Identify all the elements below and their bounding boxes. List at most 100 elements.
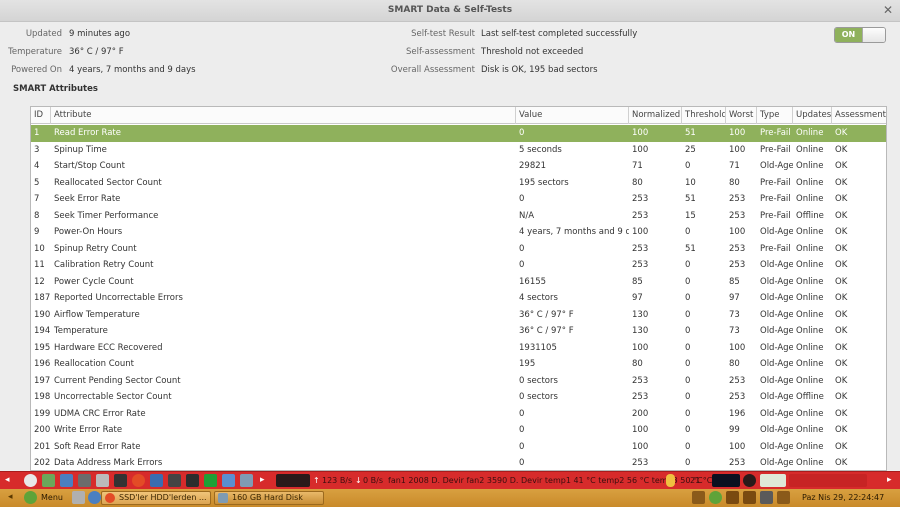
table-row[interactable]: 3 Spinup Time 5 seconds 100 25 100 Pre-Fail Onl…	[31, 142, 886, 159]
table-row[interactable]: 7 Seek Error Rate 0 253 51 253 Pre-Fail Online O…	[31, 191, 886, 208]
terminal-icon[interactable]	[168, 474, 181, 487]
cell-attribute: Soft Read Error Rate	[54, 441, 141, 452]
cell-updates: Online	[796, 260, 824, 270]
file-manager-icon[interactable]	[42, 474, 55, 487]
table-row[interactable]: 190 Airflow Temperature 36° C / 97° F 130 0 7…	[31, 307, 886, 324]
table-row[interactable]: 187 Reported Uncorrectable Errors 4 sector…	[31, 290, 886, 307]
table-row[interactable]: 8 Seek Timer Performance N/A 253 15 253 Pre-Fa…	[31, 208, 886, 225]
table-row[interactable]: 12 Power Cycle Count 16155 85 0 85 Old-Age Onli…	[31, 274, 886, 291]
mint-menu-icon[interactable]	[24, 491, 37, 504]
cell-threshold: 0	[685, 260, 691, 270]
cell-threshold: 0	[685, 326, 691, 336]
cell-type: Old-Age	[760, 392, 793, 402]
cell-normalized: 85	[632, 276, 643, 287]
column-header-type[interactable]: Type	[757, 107, 793, 124]
column-header-updates[interactable]: Updates	[793, 107, 832, 124]
terminal-launcher-icon[interactable]	[72, 491, 85, 504]
cell-type: Old-Age	[760, 260, 793, 270]
system-monitor-icon[interactable]	[186, 474, 199, 487]
cell-assessment: OK	[835, 326, 848, 336]
table-row[interactable]: 200 Write Error Rate 0 100 0 99 Old-Age Online O…	[31, 422, 886, 439]
volume-icon[interactable]	[743, 491, 756, 504]
panel-left-arrow-icon[interactable]: ◂	[5, 475, 10, 485]
workspace-switcher[interactable]	[760, 474, 786, 487]
network-icon[interactable]	[726, 491, 739, 504]
workspace-empty[interactable]	[789, 474, 867, 487]
cell-value: 4 years, 7 months and 9 days	[519, 227, 629, 237]
close-icon[interactable]: ✕	[883, 3, 893, 17]
window-titlebar[interactable]: SMART Data & Self-Tests ✕	[0, 0, 900, 22]
cell-worst: 80	[729, 177, 740, 188]
column-header-id[interactable]: ID	[31, 107, 51, 124]
cell-threshold: 0	[685, 293, 691, 303]
app-icon-1[interactable]	[60, 474, 73, 487]
table-row[interactable]: 199 UDMA CRC Error Rate 0 200 0 196 Old-Age Onl…	[31, 406, 886, 423]
cell-value: 36° C / 97° F	[519, 309, 574, 320]
update-manager-icon[interactable]	[709, 491, 722, 504]
user-icon[interactable]	[777, 491, 790, 504]
table-row[interactable]: 201 Soft Read Error Rate 0 100 0 100 Old-Age On…	[31, 439, 886, 456]
task-button-browser[interactable]: SSD'ler HDD'lerden ...	[101, 491, 211, 505]
media-player-icon[interactable]	[114, 474, 127, 487]
cell-type: Old-Age	[760, 276, 793, 287]
cell-worst: 253	[729, 194, 746, 204]
table-row[interactable]: 202 Data Address Mark Errors 0 253 0 253 Old-A…	[31, 455, 886, 470]
column-header-threshold[interactable]: Threshold	[682, 107, 726, 124]
column-header-worst[interactable]: Worst	[726, 107, 757, 124]
column-header-assessment[interactable]: Assessment	[832, 107, 886, 124]
task-button-browser-label: SSD'ler HDD'lerden ...	[119, 493, 207, 502]
cell-type: Old-Age	[760, 161, 793, 171]
table-row[interactable]: 10 Spinup Retry Count 0 253 51 253 Pre-Fail Onl…	[31, 241, 886, 258]
chrome-icon[interactable]	[132, 474, 145, 487]
menu-left-arrow-icon[interactable]: ◂	[8, 492, 13, 502]
toggle-knob[interactable]	[862, 28, 885, 42]
column-header-value[interactable]: Value	[516, 107, 629, 124]
column-header-attribute[interactable]: Attribute	[51, 107, 516, 124]
menu-label[interactable]: Menu	[41, 493, 63, 502]
cell-attribute: Airflow Temperature	[54, 309, 140, 320]
table-row[interactable]: 196 Reallocation Count 195 80 0 80 Old-Age Onli…	[31, 356, 886, 373]
table-row[interactable]: 197 Current Pending Sector Count 0 sectors…	[31, 373, 886, 390]
smart-toggle-switch[interactable]: ON	[834, 27, 886, 43]
cell-type: Old-Age	[760, 441, 793, 452]
cell-assessment: OK	[835, 161, 848, 171]
table-row[interactable]: 198 Uncorrectable Sector Count 0 sectors 25…	[31, 389, 886, 406]
cell-worst: 71	[729, 161, 740, 171]
cell-updates: Online	[796, 293, 824, 303]
smart-attributes-table[interactable]: ID Attribute Value Normalized Threshold Worst…	[30, 106, 887, 471]
cell-threshold: 51	[685, 194, 696, 204]
task-button-disks[interactable]: 160 GB Hard Disk	[214, 491, 324, 505]
clock[interactable]: Paz Nis 29, 22:24:47	[802, 493, 884, 502]
spotify-icon[interactable]	[204, 474, 217, 487]
table-row[interactable]: 9 Power-On Hours 4 years, 7 months and 9 d…	[31, 224, 886, 241]
cell-normalized: 130	[632, 326, 649, 336]
battery-icon[interactable]	[760, 491, 773, 504]
power-icon[interactable]	[743, 474, 756, 487]
cell-attribute: Reallocation Count	[54, 359, 134, 369]
table-row[interactable]: 5 Reallocated Sector Count 195 sectors 80 10…	[31, 175, 886, 192]
notifications-icon[interactable]	[692, 491, 705, 504]
panel-right-arrow-icon[interactable]: ▸	[260, 475, 265, 485]
cell-threshold: 51	[685, 243, 696, 254]
cell-attribute: Spinup Retry Count	[54, 243, 137, 254]
calculator-icon[interactable]	[96, 474, 109, 487]
browser-launcher-icon[interactable]	[88, 491, 101, 504]
panel-top-right-arrow-icon[interactable]: ▸	[887, 475, 892, 485]
overall-assessment-label: Overall Assessment	[390, 65, 475, 75]
image-viewer-icon[interactable]	[222, 474, 235, 487]
cell-threshold: 25	[685, 144, 696, 155]
disks-icon[interactable]	[240, 474, 253, 487]
table-row[interactable]: 4 Start/Stop Count 29821 71 0 71 Old-Age Online…	[31, 158, 886, 175]
table-row[interactable]: 1 Read Error Rate 0 100 51 100 Pre-Fail Online O…	[31, 125, 886, 142]
firefox-icon[interactable]	[150, 474, 163, 487]
table-row[interactable]: 194 Temperature 36° C / 97° F 130 0 73 Old-Age…	[31, 323, 886, 340]
show-desktop-icon[interactable]	[24, 474, 37, 487]
column-header-normalized[interactable]: Normalized	[629, 107, 682, 124]
table-row[interactable]: 195 Hardware ECC Recovered 1931105 100 0 100 O…	[31, 340, 886, 357]
cell-worst: 100	[729, 441, 746, 452]
cell-attribute: Hardware ECC Recovered	[54, 342, 163, 353]
cell-threshold: 15	[685, 210, 696, 221]
table-row[interactable]: 11 Calibration Retry Count 0 253 0 253 Old-Age…	[31, 257, 886, 274]
cell-attribute: Temperature	[54, 326, 108, 336]
app-icon-2[interactable]	[78, 474, 91, 487]
